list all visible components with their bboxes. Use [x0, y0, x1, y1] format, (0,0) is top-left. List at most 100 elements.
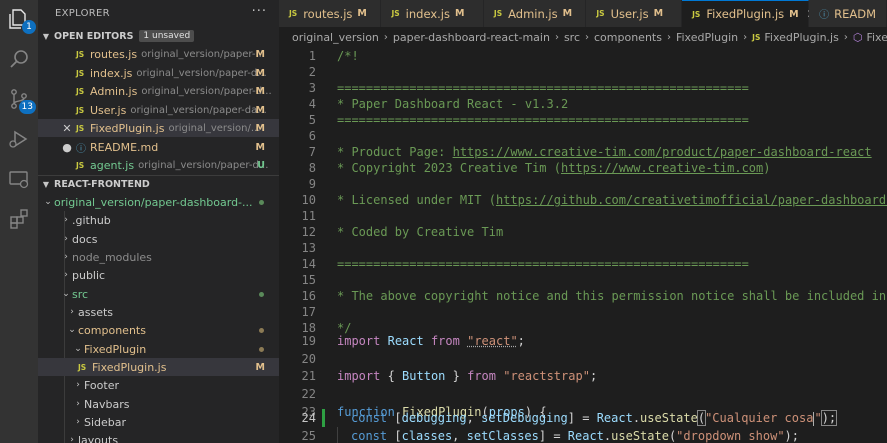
folder-name: FixedPlugin [84, 342, 147, 356]
identifier: setDebugging [481, 411, 568, 425]
punctuation: , [452, 429, 467, 443]
chevron-right-icon: › [70, 307, 74, 317]
code-line: 21 import { Button } from "reactstrap"; [279, 367, 887, 385]
tree-folder[interactable]: › Sidebar [38, 413, 279, 431]
breadcrumb-item[interactable]: paper-dashboard-react-main [393, 31, 550, 44]
comment-text: * Licensed under MIT ( [337, 193, 496, 207]
open-editor-item[interactable]: JS index.js original_version/paper-d... … [38, 64, 279, 82]
modified-dot [259, 291, 264, 297]
folder-name: assets [78, 305, 114, 319]
source-control-icon[interactable]: 13 [6, 86, 36, 114]
git-status: M [255, 104, 265, 116]
line-number: 20 [301, 352, 316, 366]
comment-text: * Product Page: [337, 145, 453, 159]
open-editors-header[interactable]: ▼ OPEN EDITORS 1 unsaved [38, 27, 279, 45]
open-editor-item[interactable]: JS User.js original_version/paper-da... … [38, 101, 279, 119]
tab-readme[interactable]: ⓘ READM [809, 0, 887, 27]
chevron-down-icon: ⌄ [74, 344, 82, 354]
explorer-title: EXPLORER [55, 8, 110, 19]
breadcrumb-item[interactable]: FixedPlugin [866, 31, 887, 44]
tree-folder[interactable]: ⌄ original_version/paper-dashboard-... [38, 193, 279, 211]
folder-name: node_modules [72, 250, 152, 264]
explorer-icon[interactable]: 1 [6, 6, 36, 34]
identifier: React [596, 411, 633, 425]
unsaved-dot-icon[interactable]: ● [60, 141, 74, 154]
code-line: 25 const [classes, setClasses] = React.us… [279, 427, 887, 443]
code-line: 20 [279, 350, 887, 368]
identifier: classes [401, 429, 453, 443]
keyword: from [430, 334, 460, 348]
tree-folder[interactable]: › assets [38, 303, 279, 321]
tree-folder[interactable]: › .github [38, 211, 279, 229]
file-name: Admin.js [90, 84, 138, 98]
chevron-right-icon: › [843, 31, 848, 43]
file-path: original_version/paper-d... [138, 159, 269, 171]
chevron-right-icon: › [666, 31, 671, 43]
file-name: agent.js [90, 158, 135, 172]
chevron-down-icon: ⌄ [44, 197, 52, 207]
line-number: 25 [301, 429, 316, 443]
tab-index[interactable]: JS index.js M [381, 0, 484, 27]
breadcrumb-item[interactable]: components [594, 31, 662, 44]
code-line-current: 24 const [debugging, setDebugging] = Reac… [279, 409, 887, 427]
git-status: M [255, 122, 265, 134]
comment-link[interactable]: https://www.creative-tim.com/product/pap… [453, 145, 872, 159]
file-name: User.js [90, 103, 127, 117]
punctuation: ); [820, 410, 838, 426]
tree-folder[interactable]: › public [38, 266, 279, 284]
comment-text: ) [763, 161, 771, 175]
comment-link[interactable]: https://github.com/creativetimofficial/p… [496, 193, 887, 207]
tab-fixedplugin[interactable]: JS FixedPlugin.js M ✕ [682, 0, 817, 27]
extensions-icon[interactable] [6, 206, 32, 232]
git-status: M [255, 48, 265, 60]
tree-folder[interactable]: ⌄ FixedPlugin [38, 340, 279, 358]
chevron-down-icon: ▼ [42, 31, 50, 41]
breadcrumb-item[interactable]: FixedPlugin [676, 31, 738, 44]
git-status: M [255, 141, 265, 153]
tree-folder[interactable]: › Navbars [38, 395, 279, 413]
code-text: import { Button } from "reactstrap"; [337, 367, 597, 385]
code-editor[interactable]: 1/*! 2 3 ================================… [279, 47, 887, 443]
tree-folder[interactable]: › layouts [38, 431, 279, 443]
open-editor-item[interactable]: JS Admin.js original_version/paper-d... … [38, 82, 279, 100]
close-icon[interactable]: ✕ [60, 122, 74, 135]
chevron-down-icon: ⌄ [68, 325, 76, 335]
git-status: M [255, 361, 265, 373]
breadcrumb-item[interactable]: FixedPlugin.js [764, 31, 838, 44]
more-actions-icon[interactable]: ··· [252, 4, 267, 19]
file-path: original_version/paper-da... [130, 104, 267, 116]
comment-link[interactable]: https://www.creative-tim.com [561, 161, 763, 175]
chevron-right-icon: › [76, 399, 80, 409]
tab-routes[interactable]: JS routes.js M [279, 0, 382, 27]
open-editor-item[interactable]: JS agent.js original_version/paper-d... … [38, 156, 279, 174]
project-header[interactable]: ▼ REACT-FRONTEND [38, 175, 279, 193]
tree-folder[interactable]: › node_modules [38, 248, 279, 266]
tree-file-active[interactable]: JS FixedPlugin.js M [38, 358, 279, 376]
tree-folder[interactable]: ⌄ components [38, 321, 279, 339]
tab-modified-mark: M [789, 8, 799, 20]
js-file-icon: JS [692, 9, 701, 19]
tab-label: READM [834, 6, 877, 21]
tab-user[interactable]: JS User.js M [586, 0, 683, 27]
remote-explorer-icon[interactable] [6, 166, 32, 192]
breadcrumb-item[interactable]: src [564, 31, 580, 44]
run-debug-icon[interactable] [6, 126, 32, 152]
chevron-right-icon: › [76, 380, 80, 390]
open-editor-item-active[interactable]: ✕ JS FixedPlugin.js original_version/...… [38, 119, 279, 137]
modified-dot [259, 346, 264, 352]
search-icon[interactable] [6, 46, 32, 72]
symbol-function-icon: ⬡ [852, 30, 863, 44]
tree-folder[interactable]: ⌄ src [38, 285, 279, 303]
punctuation: ( [696, 410, 707, 426]
tree-folder[interactable]: › docs [38, 230, 279, 248]
open-editor-item[interactable]: JS routes.js original_version/paper-... … [38, 45, 279, 63]
info-file-icon: ⓘ [76, 143, 86, 155]
tree-folder[interactable]: › Footer [38, 376, 279, 394]
breadcrumb-item[interactable]: original_version [292, 31, 379, 44]
tab-admin[interactable]: JS Admin.js M [483, 0, 587, 27]
keyword: const [351, 411, 388, 425]
project-label: REACT-FRONTEND [54, 179, 150, 190]
punctuation: . [632, 411, 641, 425]
js-file-icon: JS [493, 9, 503, 18]
open-editor-item[interactable]: ● ⓘ README.md M [38, 138, 279, 156]
